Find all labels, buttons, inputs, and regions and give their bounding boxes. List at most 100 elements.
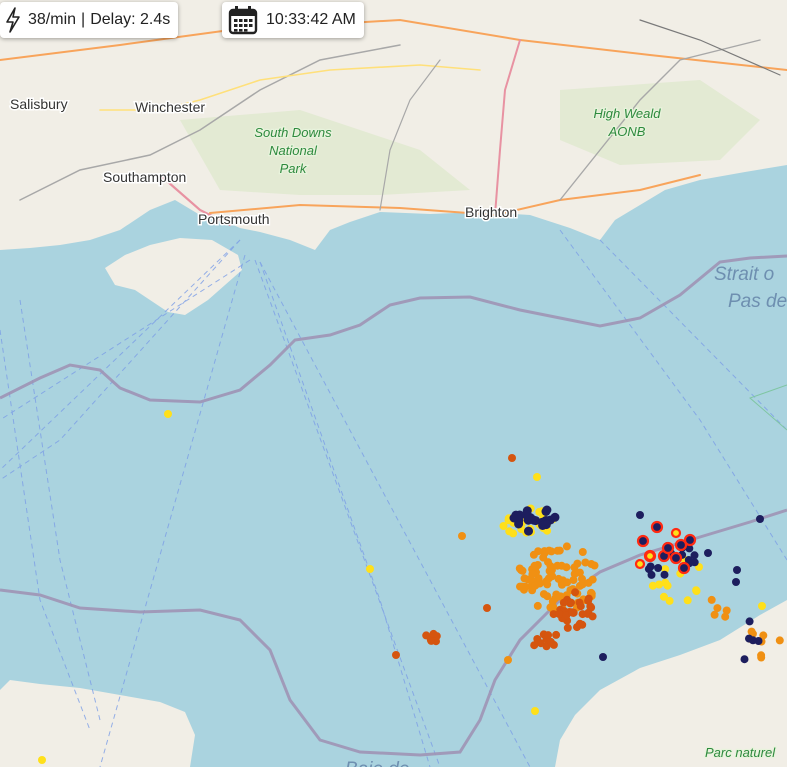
lightning-strike-marker [555,610,564,618]
lightning-strike-marker [747,627,756,636]
lightning-strike-marker [636,534,650,548]
lightning-strike-marker [576,602,585,611]
sea-label-strait-1: Strait o [714,264,774,285]
lightning-strike-marker [458,532,466,540]
lightning-strike-marker [530,561,539,570]
lightning-strike-marker [509,513,519,523]
lightning-strike-marker [522,506,532,516]
lightning-strike-marker [531,581,540,590]
lightning-strike-marker [547,547,556,556]
map-canvas[interactable]: Salisbury Winchester Southampton Portsmo… [0,0,787,767]
lightning-strike-marker [669,551,683,565]
lightning-strike-marker [745,617,754,626]
strike-rate-panel: 38/min | Delay: 2.4s [0,2,179,38]
lightning-strike-marker [584,578,593,587]
park-label-high-weald-1: High Weald [594,106,662,121]
place-label-portsmouth: Portsmouth [198,211,270,227]
lightning-strike-marker [578,610,587,619]
lightning-strike-marker [164,410,172,418]
lightning-strike-marker [529,550,538,559]
lightning-strike-marker [562,542,571,551]
lightning-strike-marker [584,596,593,605]
lightning-strike-marker [636,511,644,519]
place-label-salisbury: Salisbury [10,96,68,112]
lightning-strike-marker [567,598,575,607]
lightning-strike-marker [634,558,646,570]
lightning-strike-marker [756,515,764,523]
lightning-strike-marker [508,454,516,462]
park-label-parc-naturel: Parc naturel [705,745,776,760]
place-label-winchester: Winchester [135,99,205,115]
lightning-strike-marker [515,564,524,573]
lightning-strike-marker [740,655,749,664]
lightning-strike-marker [650,520,664,534]
lightning-strike-marker [707,595,716,604]
lightning-strike-marker [659,592,668,601]
lightning-strike-marker [581,558,590,567]
stats-separator: | [81,11,86,28]
sea-label-baie: Baie de [345,759,409,767]
lightning-strike-marker [654,564,663,572]
lightning-strike-marker [541,520,551,530]
lightning-strike-marker [713,604,722,613]
lightning-strike-marker [758,602,766,610]
lightning-strike-marker [483,604,491,612]
clock-time: 10:33:42 AM [266,11,356,28]
lightning-strike-marker [543,580,552,589]
lightning-strike-marker [504,656,512,664]
lightning-strike-marker [588,612,597,621]
lightning-strike-marker [648,581,657,590]
lightning-strike-marker [722,606,731,615]
place-label-brighton: Brighton [465,204,517,220]
lightning-strike-marker [563,623,572,632]
lightning-strike-marker [571,588,580,597]
lightning-strike-marker [559,598,568,607]
lightning-strike-marker [520,574,529,583]
lightning-strike-marker [692,586,701,595]
lightning-strike-marker [733,566,741,574]
lightning-strike-marker [704,549,712,557]
lightning-strike-marker [690,558,699,567]
lightning-strike-marker [732,578,740,586]
lightning-strike-marker [38,756,46,764]
lightning-strike-marker [551,594,560,603]
park-label-south-downs-2: National [269,143,318,158]
lightning-strike-marker [499,522,508,530]
lightning-strike-marker [392,651,400,659]
park-label-south-downs-3: Park [280,161,308,176]
lightning-strike-marker [524,526,533,536]
lightning-strike-marker [775,636,784,645]
lightning-strike-marker [533,473,541,481]
lightning-strike-marker [546,637,555,646]
clock-panel: 10:33:42 AM [222,2,364,38]
lightning-strike-marker [647,570,656,579]
park-label-south-downs-1: South Downs [254,125,332,140]
lightning-strike-marker [573,559,582,568]
lightning-strike-marker [541,507,551,516]
sea-label-strait-2: Pas de [728,291,787,312]
lightning-strike-marker [554,574,563,583]
lightning-strike-marker [509,529,518,538]
lightning-strike-marker [557,561,566,570]
lightning-strike-marker [677,561,691,575]
lightning-strike-marker [663,581,672,590]
lightning-strike-marker [573,623,581,632]
strike-rate-value: 38/min [28,11,77,28]
lightning-strike-marker [644,550,656,562]
lightning-icon [4,7,22,33]
lightning-strike-marker [757,651,766,660]
lightning-strike-marker [552,630,561,639]
lightning-strike-marker [531,707,539,715]
lightning-strike-marker [749,636,757,645]
lightning-strike-marker [366,565,374,573]
lightning-strike-marker [575,581,584,590]
calendar-icon [228,5,258,35]
lightning-strike-marker [690,551,699,560]
delay-value: Delay: 2.4s [90,11,171,28]
lightning-strike-marker [599,653,607,661]
lightning-strike-marker [568,608,576,617]
lightning-strike-marker [578,548,587,556]
lightning-strike-marker [530,641,539,650]
lightning-strike-marker [683,533,697,547]
lightning-strike-marker [528,570,537,579]
